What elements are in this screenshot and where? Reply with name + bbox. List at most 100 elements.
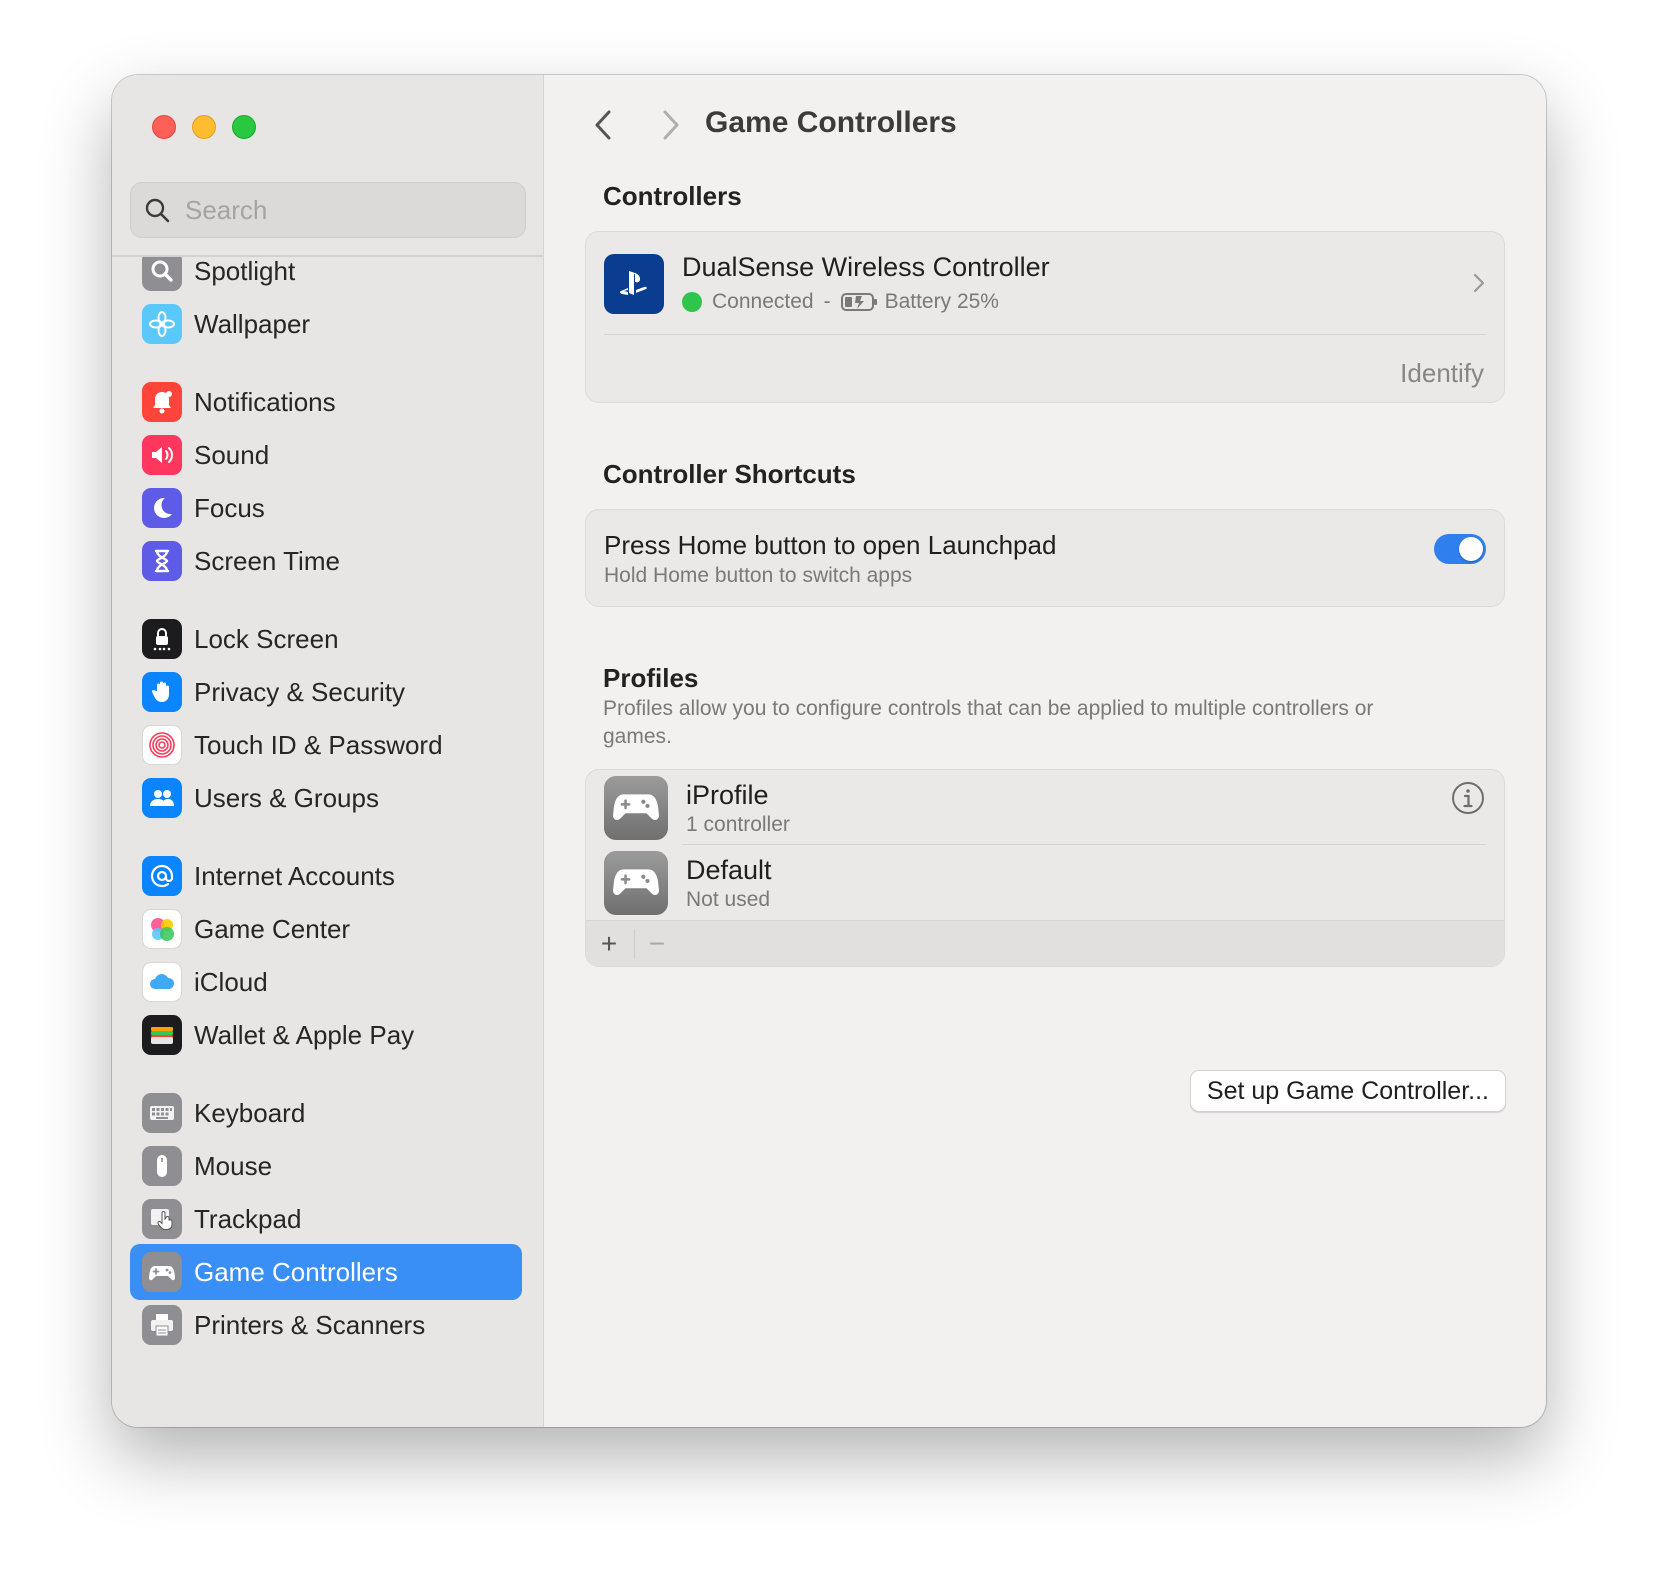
focus-icon (142, 488, 182, 528)
sidebar-item-label: Mouse (194, 1150, 273, 1181)
mouse-icon (142, 1146, 182, 1186)
controllers-section-title: Controllers (603, 181, 742, 211)
search-field[interactable] (130, 182, 526, 238)
controller-row[interactable]: DualSense Wireless Controller Connected … (586, 232, 1504, 334)
sidebar-item-screen-time[interactable]: Screen Time (130, 533, 522, 589)
sidebar-item-label: Spotlight (194, 257, 296, 286)
sidebar-item-label: Internet Accounts (194, 860, 395, 891)
sidebar-item-focus[interactable]: Focus (130, 480, 522, 536)
search-input[interactable] (185, 194, 505, 226)
users-icon (142, 778, 182, 818)
sidebar: Spotlight Wallpaper Notifications Sound (112, 75, 544, 1427)
toggle-knob (1459, 537, 1483, 561)
chevron-right-icon (1472, 272, 1486, 299)
profile-row[interactable]: iProfile 1 controller (586, 770, 1504, 844)
sidebar-item-spotlight[interactable]: Spotlight (130, 257, 522, 299)
sidebar-item-game-controllers[interactable]: Game Controllers (130, 1244, 522, 1300)
profiles-section-title: Profiles (603, 663, 699, 693)
at-sign-icon (142, 856, 182, 896)
sidebar-item-keyboard[interactable]: Keyboard (130, 1085, 522, 1141)
back-button[interactable] (583, 105, 623, 145)
screen-time-icon (142, 541, 182, 581)
sidebar-item-wallet[interactable]: Wallet & Apple Pay (130, 1007, 522, 1063)
icloud-icon (142, 962, 182, 1002)
page-title: Game Controllers (705, 106, 957, 139)
forward-button[interactable] (651, 105, 691, 145)
controller-name: DualSense Wireless Controller (682, 252, 1050, 282)
sound-icon (142, 435, 182, 475)
sidebar-item-internet-accounts[interactable]: Internet Accounts (130, 848, 522, 904)
profiles-description: Profiles allow you to configure controls… (603, 697, 1374, 748)
sidebar-item-trackpad[interactable]: Trackpad (130, 1191, 522, 1247)
sidebar-item-wallpaper[interactable]: Wallpaper (130, 296, 522, 352)
remove-profile-button[interactable]: − (640, 927, 674, 961)
wallpaper-icon (142, 304, 182, 344)
sidebar-item-label: Touch ID & Password (194, 729, 443, 760)
shortcut-subtitle: Hold Home button to switch apps (604, 564, 913, 587)
profiles-toolbar: + − (586, 920, 1504, 966)
controller-status: Connected - Battery 25% (682, 290, 999, 314)
playstation-icon (604, 254, 664, 314)
profiles-card: iProfile 1 controller Default Not used +… (585, 769, 1505, 967)
sidebar-item-label: Users & Groups (194, 782, 379, 813)
sidebar-item-printers-scanners[interactable]: Printers & Scanners (130, 1297, 522, 1353)
connection-status: Connected (712, 290, 814, 313)
sidebar-item-label: Game Center (194, 913, 351, 944)
gamepad-icon (142, 1252, 182, 1292)
chevron-left-icon (595, 110, 611, 140)
sidebar-item-label: Wallpaper (194, 308, 311, 339)
minimize-button[interactable] (192, 115, 216, 139)
shortcuts-card: Press Home button to open Launchpad Hold… (585, 509, 1505, 607)
profile-name: iProfile (686, 780, 769, 810)
sidebar-item-label: Keyboard (194, 1097, 306, 1128)
sidebar-item-label: Focus (194, 492, 265, 523)
sidebar-item-touch-id[interactable]: Touch ID & Password (130, 717, 522, 773)
sidebar-item-label: Screen Time (194, 545, 340, 576)
sidebar-item-label: Game Controllers (194, 1256, 398, 1287)
sidebar-item-label: Printers & Scanners (194, 1309, 426, 1340)
search-icon (145, 198, 170, 223)
printer-icon (142, 1305, 182, 1345)
sidebar-item-lock-screen[interactable]: Lock Screen (130, 611, 522, 667)
info-icon (1452, 782, 1484, 814)
sidebar-list: Spotlight Wallpaper Notifications Sound (130, 257, 526, 1427)
sidebar-item-sound[interactable]: Sound (130, 427, 522, 483)
lock-screen-icon (142, 619, 182, 659)
battery-level: Battery 25% (884, 290, 999, 313)
launchpad-toggle[interactable] (1434, 534, 1486, 564)
shortcut-title: Press Home button to open Launchpad (604, 530, 1057, 560)
settings-window: Spotlight Wallpaper Notifications Sound (112, 75, 1546, 1427)
privacy-hand-icon (142, 672, 182, 712)
sidebar-item-icloud[interactable]: iCloud (130, 954, 522, 1010)
spotlight-icon (142, 257, 182, 291)
sidebar-item-label: Wallet & Apple Pay (194, 1019, 415, 1050)
profile-row[interactable]: Default Not used (586, 845, 1504, 921)
profile-usage: Not used (686, 888, 771, 911)
chevron-right-icon (663, 110, 679, 140)
traffic-lights (152, 115, 256, 139)
gamepad-icon (604, 776, 668, 840)
sidebar-item-mouse[interactable]: Mouse (130, 1138, 522, 1194)
sidebar-item-privacy-security[interactable]: Privacy & Security (130, 664, 522, 720)
sidebar-item-users-groups[interactable]: Users & Groups (130, 770, 522, 826)
notifications-icon (142, 382, 182, 422)
info-button[interactable] (1450, 780, 1486, 816)
setup-game-controller-button[interactable]: Set up Game Controller... (1189, 1070, 1506, 1112)
controllers-card: DualSense Wireless Controller Connected … (585, 231, 1505, 403)
battery-charging-icon (840, 293, 877, 311)
sidebar-item-notifications[interactable]: Notifications (130, 374, 522, 430)
identify-button[interactable]: Identify (1400, 358, 1484, 389)
shortcuts-section-title: Controller Shortcuts (603, 459, 856, 489)
sidebar-item-label: iCloud (194, 966, 268, 997)
close-button[interactable] (152, 115, 176, 139)
add-profile-button[interactable]: + (592, 927, 626, 961)
game-center-icon (142, 909, 182, 949)
sidebar-item-game-center[interactable]: Game Center (130, 901, 522, 957)
content-pane: Game Controllers Controllers DualSense W… (545, 75, 1546, 1427)
trackpad-icon (142, 1199, 182, 1239)
sidebar-item-label: Trackpad (194, 1203, 302, 1234)
card-divider (604, 334, 1486, 335)
profile-controller-count: 1 controller (686, 813, 790, 836)
gamepad-icon (604, 851, 668, 915)
zoom-button[interactable] (232, 115, 256, 139)
